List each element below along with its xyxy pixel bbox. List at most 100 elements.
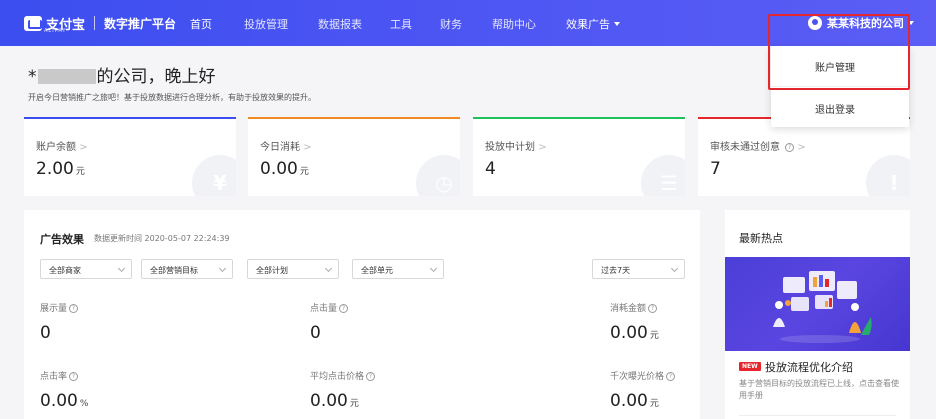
hot-news-headline[interactable]: 投放流程优化介绍 [765,359,853,375]
metric-value-clicks: 0 [310,323,321,343]
greeting-prefix: * [28,67,37,87]
metric-label-text: 平均点击价格 [310,372,365,382]
nav-home[interactable]: 首页 [190,16,212,32]
nav-performance-ads[interactable]: 效果广告 [566,16,620,32]
greeting-subtitle: 开启今日营销推广之旅吧！基于投放数据进行合理分析，有助于投放效果的提升。 [28,93,316,102]
card-value-number: 2.00 [36,159,74,179]
hot-news-title: 最新热点 [739,232,783,245]
metric-value-avg-cpc: 0.00 元 [310,391,359,411]
card-value-number: 0.00 [260,159,298,179]
card-title-text: 今日消耗 [260,142,300,153]
metric-value-number: 0.00 [40,391,78,411]
help-icon[interactable]: ? [69,304,79,313]
caret-down-icon [614,22,620,26]
banner-screen [783,277,805,293]
metric-value-unit: 元 [649,399,659,409]
metric-value-unit: 元 [649,331,659,341]
banner-person [849,322,861,333]
metric-label-text: 点击量 [310,304,338,314]
metric-value-number: 0.00 [610,391,648,411]
metric-value-impressions: 0 [40,323,51,343]
chevron-down-icon [429,264,438,273]
metric-label-impressions: 展示量? [40,301,79,314]
chevron-down-icon [670,264,679,273]
card-value: 7 [710,159,721,179]
metric-label-text: 点击率 [40,372,68,382]
metric-value-number: 0.00 [310,391,348,411]
banner-bar [813,277,817,287]
metric-value-ctr: 0.00% [40,391,88,411]
filter-marketing-goal[interactable]: 全部营销目标 [141,259,233,279]
card-value-number: 4 [485,159,496,179]
new-badge: NEW [739,362,761,371]
metric-label-ctr: 点击率? [40,369,79,382]
update-time: 数据更新时间 2020-05-07 22:24:39 [94,234,230,243]
help-icon[interactable]: ? [366,372,376,381]
help-icon[interactable]: ? [666,372,676,381]
banner-bar [825,301,828,307]
card-title-text: 账户余额 [36,142,76,153]
document-icon: ☰ [641,155,685,196]
help-icon[interactable]: ? [648,304,658,313]
banner-bar [829,298,832,307]
metric-label-text: 展示量 [40,304,68,314]
filter-unit[interactable]: 全部单元 [352,259,444,279]
help-icon[interactable]: ? [69,372,79,381]
yuan-icon: ¥ [192,155,236,196]
nav-tools[interactable]: 工具 [390,16,412,32]
greeting-text: 的公司，晚上好 [96,67,216,87]
banner-person-head [775,301,783,309]
card-value-unit: 元 [75,167,85,177]
help-icon[interactable]: ? [785,143,795,152]
banner-person [773,318,785,327]
metric-value-unit: 元 [349,399,359,409]
metric-value-spend: 0.00 元 [610,323,659,343]
nav-finance[interactable]: 财务 [440,16,462,32]
nav-performance-ads-label: 效果广告 [566,18,610,31]
card-title-text: 审核未通过创意 [710,142,780,153]
nav-help-center[interactable]: 帮助中心 [492,16,536,32]
filter-plan-value: 全部计划 [256,266,288,275]
metric-label-avg-cpc: 平均点击价格? [310,369,376,382]
card-rejected-creatives[interactable]: 审核未通过创意 ? > 7 ! [698,117,910,196]
metric-label-spend: 消耗金额? [610,301,658,314]
card-title-text: 投放中计划 [485,142,535,153]
nav-campaign-management[interactable]: 投放管理 [244,16,288,32]
nav-data-reports[interactable]: 数据报表 [318,16,362,32]
card-title: 今日消耗 > [260,142,312,153]
metric-value-number: 0.00 [610,323,648,343]
filter-unit-value: 全部单元 [361,266,393,275]
banner-bar [819,275,823,287]
menu-item-logout[interactable]: 退出登录 [815,101,855,116]
hot-news-banner[interactable] [725,257,910,351]
card-today-spend[interactable]: 今日消耗 > 0.00 元 ◷ [248,117,460,196]
card-title: 账户余额 > [36,142,88,153]
metric-label-clicks: 点击量? [310,301,349,314]
chevron-down-icon [218,264,227,273]
metric-value-cpm: 0.00 元 [610,391,659,411]
metric-label-text: 千次曝光价格 [610,372,665,382]
banner-floor [780,335,860,343]
redacted-name [37,69,96,84]
card-value: 2.00 元 [36,159,85,179]
help-icon[interactable]: ? [339,304,349,313]
filter-plan[interactable]: 全部计划 [247,259,339,279]
metric-value-unit: % [79,399,89,409]
metric-label-text: 消耗金额 [610,304,647,314]
chevron-down-icon [117,264,126,273]
card-title: 审核未通过创意 ? > [710,142,806,153]
banner-person-head [851,303,859,311]
clock-icon: ◷ [416,155,460,196]
card-value-unit: 元 [299,167,309,177]
date-range-value: 过去7天 [601,266,631,275]
banner-dot [785,300,791,306]
filter-merchant-value: 全部商家 [49,266,81,275]
card-account-balance[interactable]: 账户余额 > 2.00 元 ¥ [24,117,236,196]
card-title: 投放中计划 > [485,142,547,153]
card-active-plans[interactable]: 投放中计划 > 4 ☰ [473,117,685,196]
divider [739,415,896,416]
card-value-number: 7 [710,159,721,179]
card-value: 4 [485,159,496,179]
filter-merchant[interactable]: 全部商家 [40,259,132,279]
date-range-select[interactable]: 过去7天 [592,259,685,279]
